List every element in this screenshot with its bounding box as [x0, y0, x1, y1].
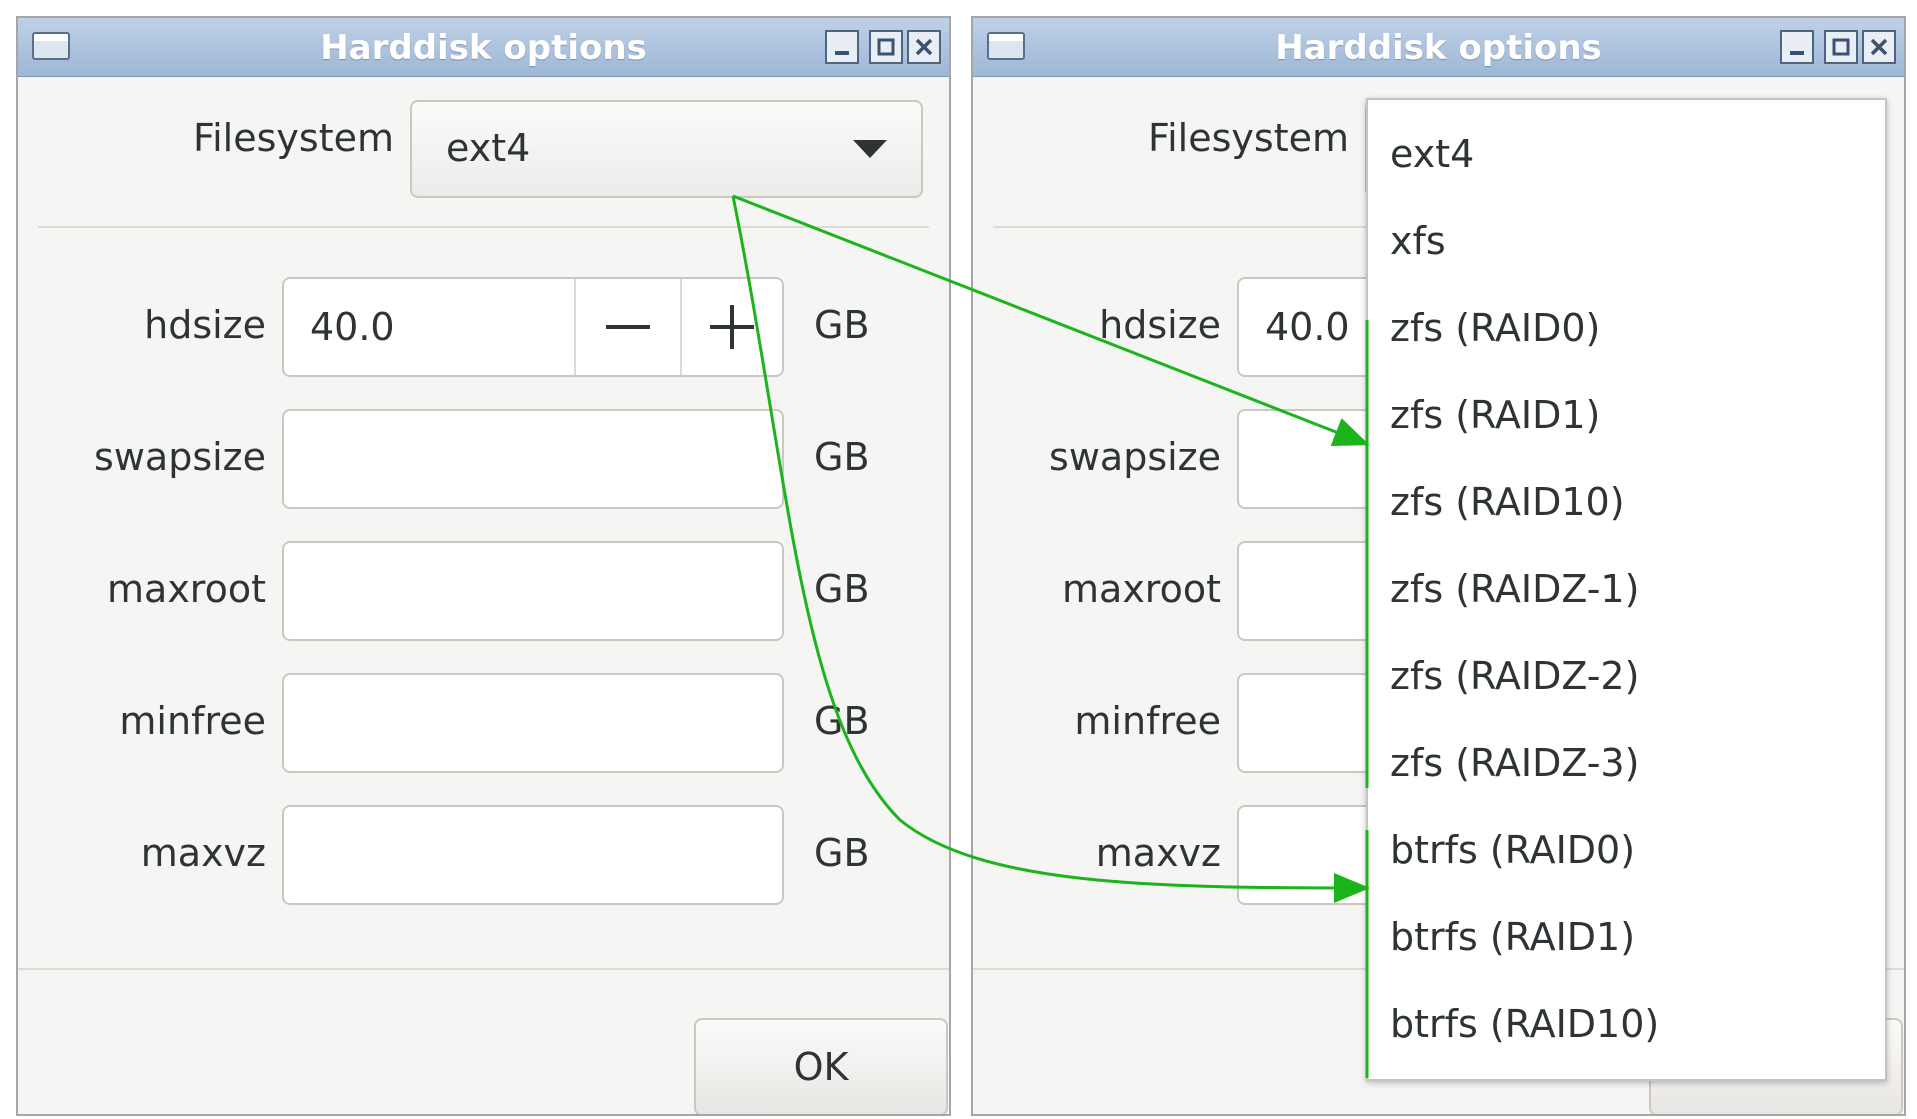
close-icon	[1870, 38, 1888, 56]
filesystem-label: Filesystem	[1148, 116, 1349, 160]
decrement-button[interactable]	[576, 279, 680, 375]
maximize-icon	[877, 38, 895, 56]
maxvz-unit: GB	[814, 831, 870, 875]
dropdown-option[interactable]: zfs (RAID10)	[1390, 480, 1625, 524]
maxroot-label: maxroot	[1062, 567, 1221, 611]
plus-icon	[710, 305, 754, 349]
close-icon	[915, 38, 933, 56]
dropdown-option[interactable]: btrfs (RAID10)	[1390, 1002, 1659, 1046]
hdsize-spinbutton[interactable]: 40.0	[282, 277, 784, 377]
chevron-down-icon	[853, 140, 887, 158]
maxroot-field[interactable]	[282, 541, 784, 641]
ok-button[interactable]: OK	[694, 1018, 948, 1114]
maxvz-label: maxvz	[140, 831, 266, 875]
dropdown-option[interactable]: btrfs (RAID1)	[1390, 915, 1635, 959]
maximize-button[interactable]	[869, 30, 903, 64]
filesystem-label: Filesystem	[193, 116, 394, 160]
minfree-label: minfree	[1074, 699, 1221, 743]
hdsize-label: hdsize	[1099, 303, 1221, 347]
dropdown-option[interactable]: zfs (RAIDZ-1)	[1390, 567, 1639, 611]
dropdown-option[interactable]: zfs (RAIDZ-3)	[1390, 741, 1639, 785]
window-title: Harddisk options	[1275, 28, 1602, 68]
maxroot-unit: GB	[814, 567, 870, 611]
maximize-button[interactable]	[1824, 30, 1858, 64]
minfree-label: minfree	[119, 699, 266, 743]
title-bar[interactable]: Harddisk options	[18, 18, 949, 77]
hdsize-unit: GB	[814, 303, 870, 347]
swapsize-field[interactable]	[282, 409, 784, 509]
minimize-button[interactable]	[1780, 30, 1814, 64]
maximize-icon	[1832, 38, 1850, 56]
swapsize-unit: GB	[814, 435, 870, 479]
hdsize-value: 40.0	[310, 305, 395, 349]
hdsize-label: hdsize	[144, 303, 266, 347]
filesystem-dropdown-list[interactable]: ext4 xfs zfs (RAID0) zfs (RAID1) zfs (RA…	[1366, 98, 1887, 1081]
filesystem-combo[interactable]: ext4	[410, 100, 923, 198]
hdsize-value: 40.0	[1265, 305, 1350, 349]
maxroot-label: maxroot	[107, 567, 266, 611]
minfree-unit: GB	[814, 699, 870, 743]
minfree-field[interactable]	[282, 673, 784, 773]
swapsize-label: swapsize	[1049, 435, 1221, 479]
window-title: Harddisk options	[320, 28, 647, 68]
minimize-icon	[835, 51, 849, 55]
filesystem-value: ext4	[446, 126, 531, 170]
dropdown-option[interactable]: ext4	[1390, 132, 1474, 176]
title-bar[interactable]: Harddisk options	[973, 18, 1904, 77]
dropdown-option[interactable]: zfs (RAID1)	[1390, 393, 1600, 437]
dropdown-option[interactable]: zfs (RAIDZ-2)	[1390, 654, 1639, 698]
close-button[interactable]	[907, 30, 941, 64]
harddisk-options-window: Harddisk options Filesystem ext4 hdsize …	[16, 16, 951, 1116]
dropdown-option[interactable]: btrfs (RAID0)	[1390, 828, 1635, 872]
swapsize-label: swapsize	[94, 435, 266, 479]
close-button[interactable]	[1862, 30, 1896, 64]
increment-button[interactable]	[682, 279, 786, 375]
dropdown-option[interactable]: zfs (RAID0)	[1390, 306, 1600, 350]
maxvz-field[interactable]	[282, 805, 784, 905]
dropdown-option[interactable]: xfs	[1390, 219, 1446, 263]
separator	[38, 226, 929, 228]
minimize-button[interactable]	[825, 30, 859, 64]
separator	[18, 968, 949, 970]
maxvz-label: maxvz	[1095, 831, 1221, 875]
minus-icon	[606, 325, 650, 329]
minimize-icon	[1790, 51, 1804, 55]
